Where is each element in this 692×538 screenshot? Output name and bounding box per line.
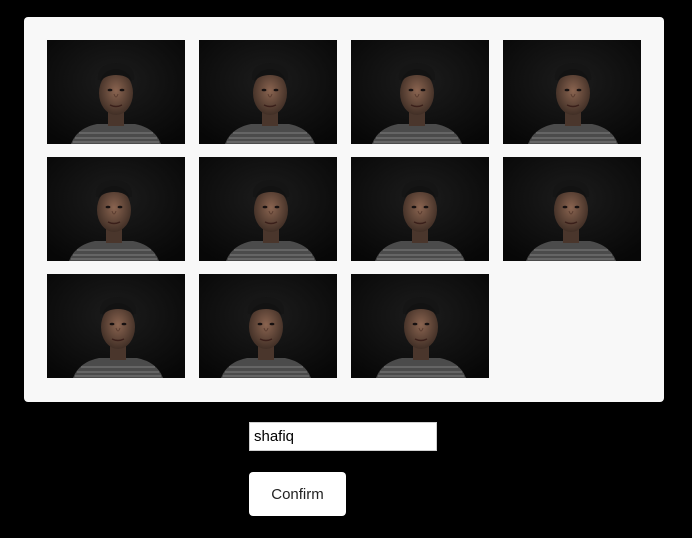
face-photo-icon — [503, 157, 641, 261]
face-photo-9[interactable] — [47, 274, 185, 378]
face-photo-10[interactable] — [199, 274, 337, 378]
face-photo-icon — [199, 274, 337, 378]
face-photo-6[interactable] — [199, 157, 337, 261]
face-photo-5[interactable] — [47, 157, 185, 261]
face-photo-icon — [199, 157, 337, 261]
face-photo-icon — [351, 157, 489, 261]
face-photo-4[interactable] — [503, 40, 641, 144]
face-photo-8[interactable] — [503, 157, 641, 261]
face-photo-3[interactable] — [351, 40, 489, 144]
face-photo-1[interactable] — [47, 40, 185, 144]
face-photo-icon — [351, 40, 489, 144]
face-photo-icon — [199, 40, 337, 144]
photo-gallery-panel — [24, 17, 664, 402]
face-photo-icon — [503, 40, 641, 144]
confirm-button[interactable]: Confirm — [249, 472, 346, 516]
face-photo-2[interactable] — [199, 40, 337, 144]
face-photo-icon — [47, 40, 185, 144]
face-photo-icon — [47, 157, 185, 261]
name-input[interactable] — [249, 422, 437, 451]
photo-grid — [47, 40, 641, 378]
face-photo-11[interactable] — [351, 274, 489, 378]
face-photo-7[interactable] — [351, 157, 489, 261]
face-photo-icon — [351, 274, 489, 378]
face-photo-icon — [47, 274, 185, 378]
